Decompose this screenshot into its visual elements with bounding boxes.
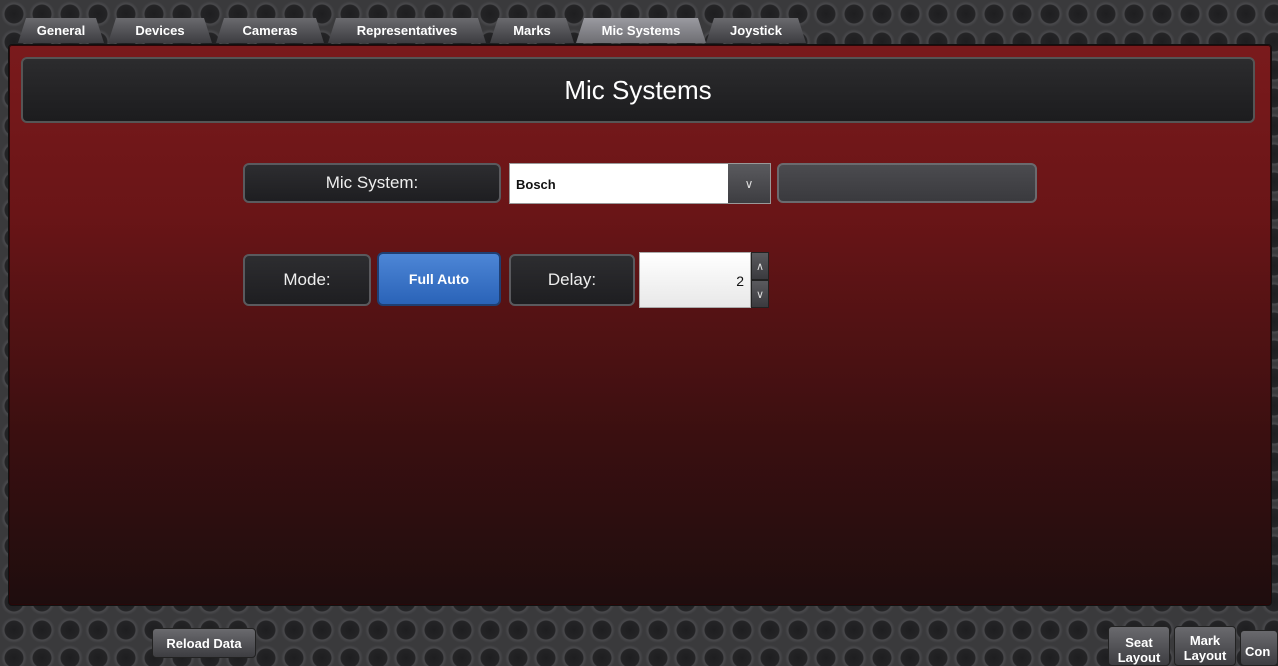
tab-general[interactable]: General — [18, 18, 104, 43]
tab-cameras[interactable]: Cameras — [216, 18, 324, 43]
mic-system-select[interactable]: Bosch ∨ — [509, 163, 771, 204]
seat-layout-button[interactable]: Seat Layout — [1108, 626, 1170, 666]
delay-label: Delay: — [509, 254, 635, 306]
con-button[interactable]: Con — [1240, 630, 1278, 666]
seat-layout-sublabel: Layout — [1117, 650, 1161, 665]
tab-bar: General Devices Cameras Representatives … — [0, 0, 1278, 44]
mark-layout-sublabel: Layout — [1183, 648, 1227, 663]
tab-marks[interactable]: Marks — [490, 18, 574, 43]
tab-mic-systems[interactable]: Mic Systems — [576, 18, 706, 43]
delay-value[interactable]: 2 — [639, 252, 751, 308]
reload-data-button[interactable]: Reload Data — [152, 628, 256, 658]
mic-system-value: Bosch — [516, 177, 556, 192]
tab-devices[interactable]: Devices — [108, 18, 212, 43]
tab-joystick[interactable]: Joystick — [706, 18, 806, 43]
seat-layout-label: Seat — [1125, 635, 1153, 650]
mic-system-extra-field[interactable] — [777, 163, 1037, 203]
mic-system-label: Mic System: — [243, 163, 501, 203]
mode-button[interactable]: Full Auto — [377, 252, 501, 306]
mark-layout-button[interactable]: Mark Layout — [1174, 626, 1236, 666]
page-title: Mic Systems — [21, 57, 1255, 123]
chevron-down-icon[interactable]: ∨ — [728, 164, 770, 203]
chevron-up-icon[interactable]: ∧ — [751, 252, 769, 280]
mark-layout-label: Mark — [1189, 633, 1221, 648]
mode-label: Mode: — [243, 254, 371, 306]
delay-stepper[interactable]: 2 ∧ ∨ — [639, 252, 769, 308]
main-panel: Mic Systems Mic System: Bosch ∨ Mode: Fu… — [8, 44, 1272, 606]
chevron-down-icon[interactable]: ∨ — [751, 280, 769, 308]
tab-representatives[interactable]: Representatives — [328, 18, 486, 43]
